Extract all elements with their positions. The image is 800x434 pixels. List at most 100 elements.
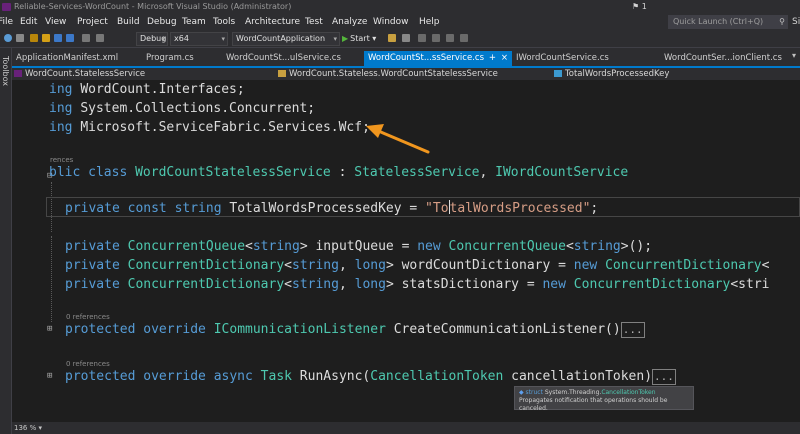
start-label: Start xyxy=(350,34,370,43)
expand-method-icon[interactable]: ⊞ xyxy=(47,371,52,381)
tab-list-dropdown-icon[interactable]: ▾ xyxy=(792,51,796,60)
menu-view[interactable]: View xyxy=(45,14,66,30)
token-identifier: > inputQueue = xyxy=(299,239,418,254)
menu-help[interactable]: Help xyxy=(419,14,440,30)
forward-navigate-icon[interactable] xyxy=(16,34,24,42)
menu-test[interactable]: Test xyxy=(305,14,323,30)
zoom-level[interactable]: 136 % xyxy=(14,424,36,432)
collapsed-region-button[interactable]: ... xyxy=(620,322,645,338)
sign-in-link[interactable]: Sign xyxy=(792,14,800,30)
token-keyword: private const string xyxy=(65,201,230,216)
token-keyword: string xyxy=(292,258,339,273)
menu-file[interactable]: File xyxy=(0,14,13,30)
token-namespace: WordCount.Interfaces; xyxy=(80,82,245,97)
pin-tab-icon[interactable]: + xyxy=(489,51,496,66)
codelens-references[interactable]: 0 references xyxy=(66,313,110,321)
undo-icon[interactable] xyxy=(82,34,90,42)
close-tab-icon[interactable]: × xyxy=(501,51,508,66)
token-keyword: protected override async xyxy=(65,369,261,384)
token-keyword: private xyxy=(65,258,128,273)
code-line-class-declaration: blic class WordCountStatelessService : S… xyxy=(49,164,628,181)
platform-select[interactable]: x64 ▾ xyxy=(170,32,228,46)
token-keyword: long xyxy=(354,258,386,273)
token-identifier: RunAsync( xyxy=(291,369,371,384)
csharp-project-icon xyxy=(14,70,22,77)
tab-wordcount-stateful-service[interactable]: WordCountSt...ulService.cs xyxy=(222,51,364,66)
find-icon[interactable] xyxy=(418,34,426,42)
startup-project-select[interactable]: WordCountApplication ▾ xyxy=(232,32,340,46)
token-type: WordCountStatelessService xyxy=(135,165,331,180)
token-type: ICommunicationListener xyxy=(213,322,386,337)
token-keyword: protected override xyxy=(65,322,214,337)
uncomment-icon[interactable] xyxy=(460,34,468,42)
codelens-references[interactable]: rences xyxy=(50,156,73,164)
quick-info-tooltip: ◆ struct System.Threading.CancellationTo… xyxy=(514,386,694,412)
toolbox-side-tab[interactable]: Toolbox xyxy=(0,48,12,434)
token-type: CancellationToke xyxy=(370,369,496,384)
token-identifier: CreateCommunicationListener() xyxy=(385,322,621,337)
tooltip-signature: ◆ struct System.Threading.CancellationTo… xyxy=(519,389,689,397)
toolbar-overflow-icon[interactable] xyxy=(402,34,410,42)
field-icon xyxy=(554,70,562,77)
tooltip-kind: struct xyxy=(525,389,543,396)
code-line-using-concurrent: ing System.Collections.Concurrent; xyxy=(49,100,315,117)
tab-program[interactable]: Program.cs xyxy=(142,51,222,66)
token-punct: : xyxy=(330,165,355,180)
notification-count: 1 xyxy=(641,2,647,11)
collapsed-region-button[interactable]: ... xyxy=(652,369,676,385)
menu-edit[interactable]: Edit xyxy=(20,14,37,30)
menu-debug[interactable]: Debug xyxy=(147,14,177,30)
token-punct: , xyxy=(338,258,355,273)
code-line-create-listener: protected override ICommunicationListene… xyxy=(65,321,645,338)
open-file-icon[interactable] xyxy=(42,34,50,42)
expand-method-icon[interactable]: ⊞ xyxy=(47,324,52,334)
menu-team[interactable]: Team xyxy=(182,14,206,30)
redo-icon[interactable] xyxy=(96,34,104,42)
type-dropdown[interactable]: WordCount.Stateless.WordCountStatelessSe… xyxy=(278,68,550,80)
tab-wordcount-stateless-service[interactable]: WordCountSt...ssService.cs + × xyxy=(364,51,512,66)
menu-tools[interactable]: Tools xyxy=(213,14,235,30)
window-title: Reliable-Services-WordCount - Microsoft … xyxy=(14,2,292,11)
member-dropdown[interactable]: TotalWordsProcessedKey xyxy=(554,68,794,80)
token-punct: < xyxy=(284,277,292,292)
new-project-icon[interactable] xyxy=(30,34,38,42)
code-line-using-interfaces: ing WordCount.Interfaces; xyxy=(49,81,245,98)
token-keyword: ing xyxy=(49,120,81,135)
code-line-input-queue: private ConcurrentQueue<string> inputQue… xyxy=(65,238,652,255)
notification-flag-icon[interactable]: ⚑ 1 xyxy=(632,0,647,14)
token-keyword: ing xyxy=(49,101,81,116)
token-punct: >(); xyxy=(620,239,653,254)
token-punct: < xyxy=(761,258,770,273)
token-type: Task xyxy=(260,369,292,384)
back-navigate-icon[interactable] xyxy=(4,34,12,42)
bookmark-icon[interactable] xyxy=(432,34,440,42)
tab-iwordcount-service[interactable]: IWordCountService.cs xyxy=(512,51,660,66)
browser-link-icon[interactable] xyxy=(388,34,396,42)
start-debugging-button[interactable]: ▶ Start ▾ xyxy=(342,32,376,46)
code-line-wordcount-dictionary: private ConcurrentDictionary<string, lon… xyxy=(65,257,769,274)
token-keyword: long xyxy=(354,277,386,292)
project-dropdown[interactable]: WordCount.StatelessService xyxy=(14,68,276,80)
token-type: ConcurrentDictionary xyxy=(573,277,731,292)
platform-value: x64 xyxy=(174,34,189,43)
token-identifier: > statsDictionary = xyxy=(385,277,543,292)
tab-label: Program.cs xyxy=(146,53,194,63)
comment-icon[interactable] xyxy=(446,34,454,42)
menu-analyze[interactable]: Analyze xyxy=(332,14,367,30)
save-all-icon[interactable] xyxy=(66,34,74,42)
menu-architecture[interactable]: Architecture xyxy=(245,14,300,30)
tab-application-manifest[interactable]: ApplicationManifest.xml xyxy=(12,51,142,66)
code-line-stats-dictionary: private ConcurrentDictionary<string, lon… xyxy=(65,276,769,293)
chevron-down-icon: ▾ xyxy=(333,35,337,43)
tab-wordcount-service-client[interactable]: WordCountSer...ionClient.cs xyxy=(660,51,790,66)
save-icon[interactable] xyxy=(54,34,62,42)
configuration-select[interactable]: Debug ▾ xyxy=(136,32,168,46)
token-keyword: ing xyxy=(49,82,81,97)
token-type: IWordCountService xyxy=(495,165,629,180)
menu-project[interactable]: Project xyxy=(77,14,108,30)
menu-window[interactable]: Window xyxy=(373,14,409,30)
codelens-references[interactable]: 0 references xyxy=(66,360,110,368)
quick-launch-input[interactable]: Quick Launch (Ctrl+Q) ⚲ xyxy=(668,15,788,29)
token-punct: , xyxy=(338,277,355,292)
menu-build[interactable]: Build xyxy=(117,14,140,30)
